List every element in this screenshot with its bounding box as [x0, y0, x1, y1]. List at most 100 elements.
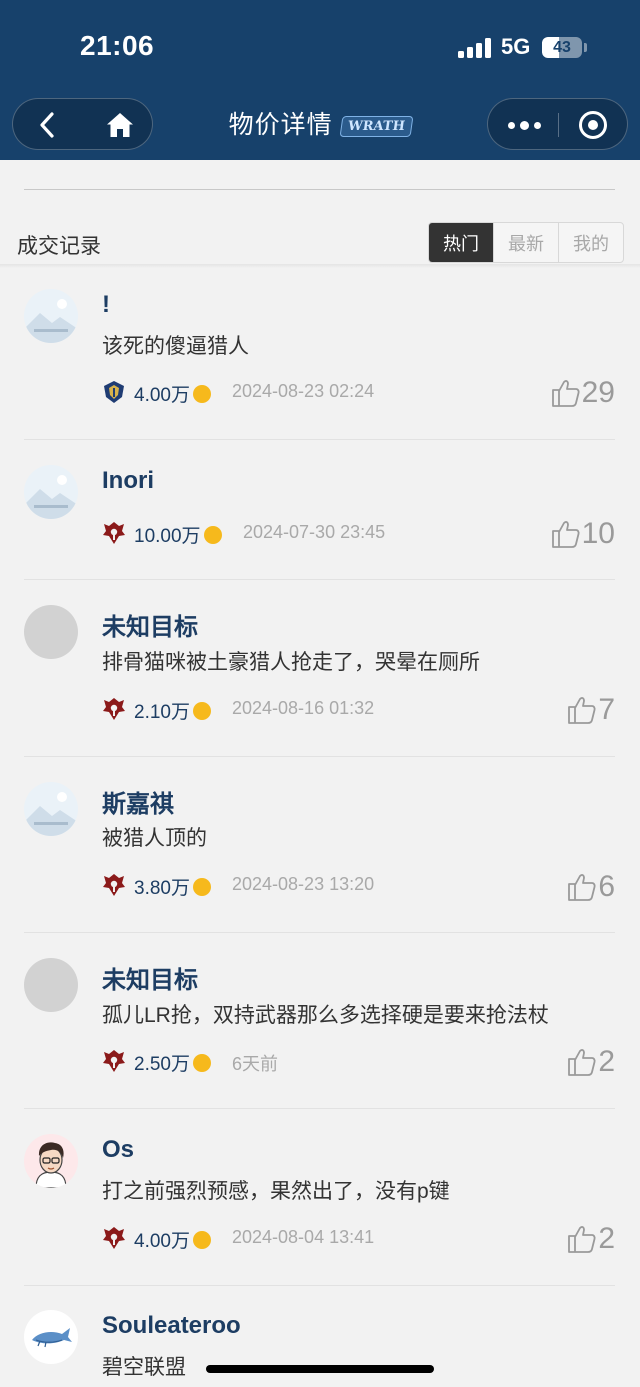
record-meta: 4.00万 2024-08-04 13:41 — [102, 1224, 562, 1254]
like-button[interactable]: 10 — [551, 516, 615, 552]
record-meta: 2.10万 2024-08-16 01:32 — [102, 695, 562, 725]
network-type: 5G — [501, 34, 531, 59]
comment-text: 该死的傻逼猎人 — [102, 335, 249, 358]
comment-text: 碧空联盟 — [102, 1356, 186, 1379]
thumb-up-icon — [568, 697, 596, 724]
alliance-icon — [104, 381, 124, 403]
section-title: 成交记录 — [17, 235, 101, 258]
comment-text: 打之前强烈预感，果然出了，没有p键 — [102, 1180, 450, 1203]
battery-tip — [584, 43, 587, 52]
record-divider — [24, 932, 615, 933]
gold-coin-icon — [203, 526, 222, 544]
thumb-up-icon — [568, 874, 596, 901]
record-meta: 2.50万 6天前 — [102, 1047, 562, 1077]
thumb-up-icon — [568, 1226, 596, 1253]
gold-coin-icon — [192, 878, 211, 896]
avatar[interactable] — [24, 289, 78, 343]
gold-coin-icon — [192, 1231, 211, 1249]
like-button[interactable]: 2 — [567, 1221, 615, 1257]
comment-text: 排骨猫咪被土豪猎人抢走了，哭晕在厕所 — [102, 651, 480, 674]
battery-level: 43 — [553, 39, 571, 56]
price: 10.00万 — [134, 521, 222, 548]
user-name[interactable]: Os — [102, 1136, 134, 1164]
target-icon[interactable] — [579, 111, 607, 139]
horde-icon — [103, 698, 125, 720]
record-time: 6天前 — [232, 1054, 279, 1074]
record-time: 2024-08-04 13:41 — [232, 1227, 375, 1247]
record-divider — [24, 439, 615, 440]
price-value: 10.00万 — [134, 526, 201, 547]
user-name[interactable]: Souleateroo — [102, 1312, 241, 1340]
like-button[interactable]: 29 — [551, 375, 615, 411]
horde-icon — [103, 1227, 125, 1249]
like-button[interactable]: 6 — [567, 869, 615, 905]
like-count: 10 — [581, 517, 615, 550]
record-time: 2024-08-23 13:20 — [232, 874, 375, 894]
user-name[interactable]: 未知目标 — [102, 960, 198, 995]
price-value: 4.00万 — [134, 1231, 190, 1252]
header: 21:06 5G 43 物价详情 WRATH — [0, 0, 640, 160]
user-name[interactable]: 斯嘉祺 — [102, 784, 174, 819]
price: 2.50万 — [134, 1049, 211, 1076]
record-divider — [24, 1108, 615, 1109]
tab-group: 热门 最新 我的 — [428, 222, 624, 263]
tab-mine[interactable]: 我的 — [558, 223, 623, 262]
record-time: 2024-08-23 02:24 — [232, 381, 375, 401]
avatar[interactable] — [24, 605, 78, 659]
record-time: 2024-08-16 01:32 — [232, 698, 375, 718]
price-value: 2.10万 — [134, 702, 190, 723]
record-meta: 10.00万 2024-07-30 23:45 — [102, 519, 562, 549]
comment-text: 被猎人顶的 — [102, 827, 207, 850]
record-time: 2024-07-30 23:45 — [243, 522, 386, 542]
tab-latest[interactable]: 最新 — [493, 223, 558, 262]
user-name[interactable]: 未知目标 — [102, 607, 198, 642]
like-count: 2 — [598, 1222, 615, 1255]
tab-hot[interactable]: 热门 — [429, 223, 493, 262]
status-time: 21:06 — [80, 30, 155, 61]
horde-icon — [103, 1050, 125, 1072]
price: 2.10万 — [134, 697, 211, 724]
avatar[interactable] — [24, 958, 78, 1012]
thumb-up-icon — [551, 380, 580, 407]
record-divider — [24, 579, 615, 580]
record-divider — [24, 1285, 615, 1286]
price: 4.00万 — [134, 380, 211, 407]
user-name[interactable]: ! — [102, 291, 110, 319]
page-title-text: 物价详情 — [228, 111, 333, 139]
like-button[interactable]: 7 — [567, 692, 615, 728]
home-indicator — [206, 1365, 434, 1373]
price: 3.80万 — [134, 873, 211, 900]
user-name[interactable]: Inori — [102, 467, 154, 495]
like-button[interactable]: 2 — [567, 1044, 615, 1080]
more-dots-icon[interactable] — [506, 109, 542, 141]
avatar[interactable] — [24, 1134, 78, 1188]
price-value: 3.80万 — [134, 878, 190, 899]
section-shadow — [0, 264, 640, 268]
gold-coin-icon — [192, 1054, 211, 1072]
capsule-divider — [558, 113, 559, 137]
signal-icon — [458, 38, 492, 58]
horde-icon — [103, 874, 125, 896]
thumb-up-icon — [568, 1049, 596, 1076]
price: 4.00万 — [134, 1226, 211, 1253]
nav-capsule-right — [487, 98, 628, 150]
like-count: 29 — [581, 376, 615, 409]
record-meta: 3.80万 2024-08-23 13:20 — [102, 871, 562, 901]
horde-icon — [103, 522, 125, 544]
battery-icon: 43 — [542, 37, 582, 58]
wrath-logo: WRATH — [339, 115, 413, 137]
price-value: 2.50万 — [134, 1054, 190, 1075]
price-value: 4.00万 — [134, 385, 190, 406]
gold-coin-icon — [192, 385, 211, 403]
like-count: 6 — [598, 870, 615, 903]
like-count: 7 — [598, 693, 615, 726]
avatar[interactable] — [24, 1310, 78, 1364]
comment-text: 孤儿LR抢，双持武器那么多选择硬是要来抢法杖 — [102, 1004, 549, 1027]
record-meta: 4.00万 2024-08-23 02:24 — [102, 378, 562, 408]
divider — [24, 189, 615, 190]
avatar[interactable] — [24, 465, 78, 519]
gold-coin-icon — [192, 702, 211, 720]
avatar[interactable] — [24, 782, 78, 836]
like-count: 2 — [598, 1045, 615, 1078]
thumb-up-icon — [551, 521, 580, 548]
